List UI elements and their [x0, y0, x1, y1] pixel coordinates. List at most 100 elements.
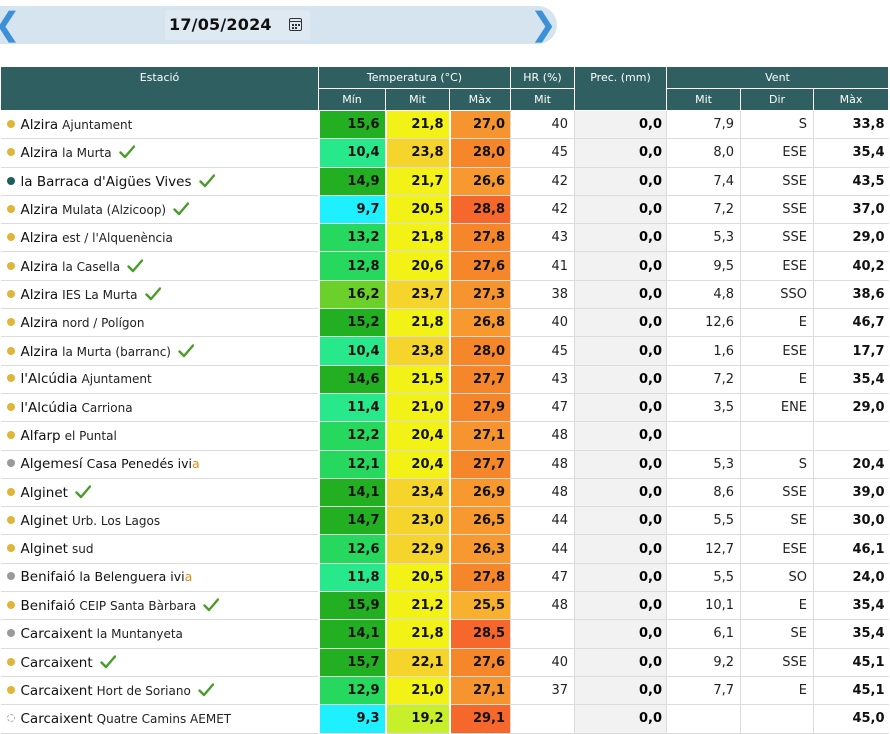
station-name-cell[interactable]: Carcaixent la Muntanyeta [0, 619, 319, 649]
station-site[interactable]: sud [72, 542, 93, 556]
station-name-cell[interactable]: Alzira IES La Murta [0, 280, 319, 310]
station-name-cell[interactable]: Alzira Ajuntament [0, 110, 319, 140]
station-town[interactable]: Alginet [21, 541, 68, 557]
station-status-dot-icon [6, 430, 15, 439]
station-site[interactable]: Mulata (Alzicoop) [62, 203, 166, 217]
station-name-cell[interactable]: Alfarp el Puntal [0, 421, 319, 451]
station-site[interactable]: el Puntal [65, 429, 117, 443]
table-row[interactable]: Alzira Mulata (Alzicoop) 9,7 20,5 28,8 42 0,0 7… [0, 195, 889, 225]
station-town[interactable]: Alzira [21, 202, 59, 218]
station-name-cell[interactable]: la Barraca d'Aigües Vives [0, 167, 319, 196]
table-row[interactable]: l'Alcúdia Carriona 11,4 21,0 27,9 47 0,0 3,5 ENE… [0, 393, 889, 423]
table-row[interactable]: la Barraca d'Aigües Vives 14,9 21,7 26,6 42 0… [0, 167, 889, 196]
station-name-cell[interactable]: Alginet Urb. Los Lagos [0, 506, 319, 536]
header-temp-min[interactable]: Mín [318, 88, 386, 111]
table-row[interactable]: Algemesí Casa Penedés ivia 12,1 20,4 27,7 48 0… [0, 450, 889, 479]
table-row[interactable]: Alzira nord / Polígon 15,2 21,8 26,8 40 0,0 12,… [0, 308, 889, 338]
station-name-cell[interactable]: Alzira Mulata (Alzicoop) [0, 195, 319, 225]
table-row[interactable]: Carcaixent Hort de Soriano 12,9 21,0 27,1 37 0… [0, 676, 889, 706]
station-town[interactable]: Alzira [21, 117, 59, 133]
table-row[interactable]: Alginet Urb. Los Lagos 14,7 23,0 26,5 44 0,0 5,… [0, 506, 889, 536]
station-site[interactable]: Ajuntament [62, 118, 132, 132]
table-row[interactable]: Carcaixent la Muntanyeta 14,1 21,8 28,5 0,0 6,… [0, 619, 889, 649]
station-town[interactable]: Alzira [21, 145, 59, 161]
station-site[interactable]: nord / Polígon [62, 316, 144, 330]
station-site[interactable]: Quatre Camins AEMET [97, 712, 231, 726]
station-site[interactable]: Casa Penedés ivia [87, 456, 200, 471]
header-wind-max[interactable]: Màx [813, 88, 890, 111]
station-site[interactable]: IES La Murta [62, 288, 137, 302]
station-name-cell[interactable]: Alzira est / l'Alquenència [0, 223, 319, 253]
station-name-cell[interactable]: l'Alcúdia Carriona [0, 393, 319, 423]
table-row[interactable]: Benifaió CEIP Santa Bàrbara 15,9 21,2 25,5 48… [0, 591, 889, 621]
station-name-cell[interactable]: Alginet [0, 478, 319, 508]
station-name-cell[interactable]: Alzira la Casella [0, 251, 319, 281]
previous-day-chevron-icon[interactable]: ❮ [0, 6, 21, 44]
station-name-cell[interactable]: Algemesí Casa Penedés ivia [0, 450, 319, 479]
header-wind-dir[interactable]: Dir [740, 88, 815, 111]
station-name-cell[interactable]: Carcaixent [0, 648, 319, 677]
wind-dir-cell [740, 421, 815, 451]
station-town[interactable]: Alzira [21, 344, 59, 360]
table-row[interactable]: Alzira la Murta 10,4 23,8 28,0 45 0,0 8,0 ESE 35,… [0, 138, 889, 168]
station-site[interactable]: la Muntanyeta [97, 627, 183, 641]
table-row[interactable]: Alzira la Casella 12,8 20,6 27,6 41 0,0 9,5 ESE 4… [0, 251, 889, 281]
station-site[interactable]: Hort de Soriano [97, 684, 191, 698]
header-temp-max[interactable]: Màx [448, 88, 512, 111]
table-row[interactable]: Alginet sud 12,6 22,9 26,3 44 0,0 12,7 ESE 46,1 [0, 534, 889, 564]
station-town[interactable]: Alginet [21, 513, 68, 529]
station-town[interactable]: Algemesí [21, 456, 83, 472]
header-wind-mit[interactable]: Mit [666, 88, 742, 111]
station-town[interactable]: l'Alcúdia [21, 371, 78, 387]
station-name-cell[interactable]: Benifaió CEIP Santa Bàrbara [0, 591, 319, 621]
station-site[interactable]: la Murta [62, 146, 111, 160]
station-town[interactable]: Alzira [21, 230, 59, 246]
date-picker[interactable]: 17/05/2024 [165, 10, 310, 40]
station-town[interactable]: Carcaixent [21, 626, 93, 642]
station-name-cell[interactable]: Benifaió la Belenguera ivia [0, 563, 319, 593]
station-town[interactable]: Carcaixent [21, 655, 93, 671]
station-name-cell[interactable]: Alzira nord / Polígon [0, 308, 319, 338]
header-station[interactable]: Estació [0, 66, 319, 111]
station-site[interactable]: est / l'Alquenència [62, 231, 173, 245]
station-town[interactable]: Alzira [21, 287, 59, 303]
station-town[interactable]: Alfarp [21, 428, 61, 444]
table-row[interactable]: Alzira Ajuntament 15,6 21,8 27,0 40 0,0 7,9 S 33,… [0, 110, 889, 140]
table-row[interactable]: Alginet 14,1 23,4 26,9 48 0,0 8,6 SSE 39,0 [0, 478, 889, 508]
table-row[interactable]: Carcaixent 15,7 22,1 27,6 40 0,0 9,2 SSE 45,1 [0, 648, 889, 677]
station-site[interactable]: Urb. Los Lagos [72, 514, 160, 528]
next-day-chevron-icon[interactable]: ❯ [530, 6, 557, 44]
station-name-cell[interactable]: Alzira la Murta [0, 138, 319, 168]
table-row[interactable]: Alzira est / l'Alquenència 13,2 21,8 27,8 43 0… [0, 223, 889, 253]
header-temp-mit[interactable]: Mit [385, 88, 450, 111]
station-name-cell[interactable]: l'Alcúdia Ajuntament [0, 365, 319, 394]
station-town[interactable]: l'Alcúdia [21, 400, 78, 416]
date-value[interactable]: 17/05/2024 [169, 15, 272, 34]
station-town[interactable]: Carcaixent [21, 711, 93, 727]
header-hr-mit[interactable]: Mit [510, 88, 576, 111]
table-row[interactable]: Benifaió la Belenguera ivia 11,8 20,5 27,8 47… [0, 563, 889, 593]
table-row[interactable]: Alzira IES La Murta 16,2 23,7 27,3 38 0,0 4,8 SS… [0, 280, 889, 310]
station-town[interactable]: Alginet [21, 485, 68, 501]
header-precipitation[interactable]: Prec. (mm) [574, 66, 668, 111]
table-row[interactable]: Alzira la Murta (barranc) 10,4 23,8 28,0 45 0,… [0, 336, 889, 366]
station-site[interactable]: CEIP Santa Bàrbara [79, 599, 196, 613]
station-site[interactable]: la Belenguera ivia [79, 569, 192, 584]
station-site[interactable]: Ajuntament [82, 372, 152, 386]
station-town[interactable]: la Barraca d'Aigües Vives [21, 174, 192, 190]
station-site[interactable]: Carriona [82, 401, 133, 415]
station-town[interactable]: Carcaixent [21, 683, 93, 699]
station-name-cell[interactable]: Carcaixent Hort de Soriano [0, 676, 319, 706]
table-row[interactable]: Alfarp el Puntal 12,2 20,4 27,1 48 0,0 [0, 421, 889, 451]
calendar-icon[interactable] [289, 18, 302, 31]
temp-min-cell: 14,9 [317, 167, 386, 196]
station-name-cell[interactable]: Alzira la Murta (barranc) [0, 336, 319, 366]
station-town[interactable]: Alzira [21, 315, 59, 331]
station-site[interactable]: la Casella [62, 260, 120, 274]
station-site[interactable]: la Murta (barranc) [62, 345, 171, 359]
station-town[interactable]: Alzira [21, 259, 59, 275]
station-town[interactable]: Benifaió [21, 598, 76, 614]
station-town[interactable]: Benifaió [21, 569, 76, 585]
table-row[interactable]: l'Alcúdia Ajuntament 14,6 21,5 27,7 43 0,0 7,2 E… [0, 365, 889, 394]
station-name-cell[interactable]: Alginet sud [0, 534, 319, 564]
